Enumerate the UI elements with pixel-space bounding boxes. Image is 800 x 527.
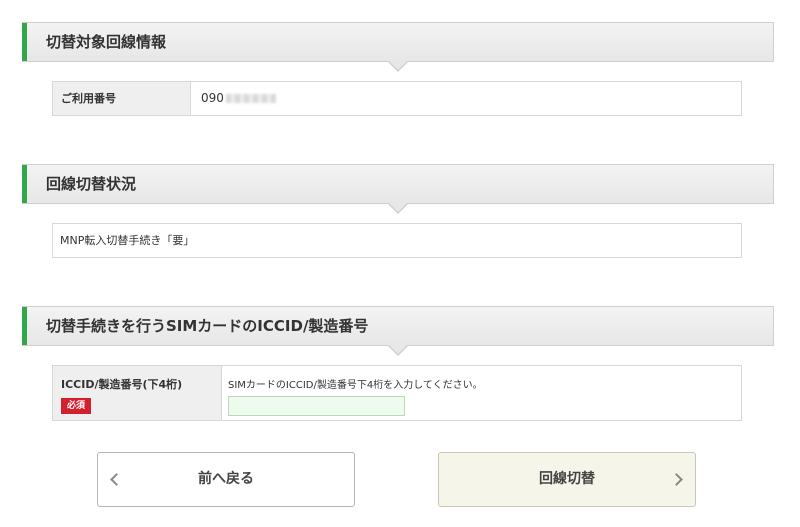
switch-line-button[interactable]: 回線切替 [438, 452, 696, 507]
iccid-input-cell: SIMカードのICCID/製造番号下4桁を入力してください。 [222, 366, 493, 420]
iccid-label-cell: ICCID/製造番号(下4桁) 必須 [53, 366, 222, 420]
phone-number-prefix: 090 [201, 91, 224, 105]
section-header-line-info: 切替対象回線情報 [22, 22, 774, 72]
iccid-instruction: SIMカードのICCID/製造番号下4桁を入力してください。 [228, 380, 483, 391]
masked-number [225, 94, 276, 103]
line-info-table: ご利用番号 090 [52, 81, 742, 116]
accent-bar [22, 23, 27, 61]
phone-number-label: ご利用番号 [53, 82, 191, 115]
iccid-input[interactable] [228, 396, 405, 416]
section-header-iccid: 切替手続きを行うSIMカードのICCID/製造番号 [22, 306, 774, 356]
section-header-switch-status: 回線切替状況 [22, 164, 774, 214]
switch-status-box: MNP転入切替手続き「要」 [52, 223, 742, 258]
phone-number-value: 090 [191, 82, 286, 115]
notch-arrow [386, 344, 409, 356]
iccid-label: ICCID/製造番号(下4桁) [61, 378, 183, 391]
back-button-label: 前へ戻る [198, 471, 254, 487]
iccid-table: ICCID/製造番号(下4桁) 必須 SIMカードのICCID/製造番号下4桁を… [52, 365, 742, 421]
accent-bar [22, 165, 27, 203]
switch-status-text: MNP転入切替手続き「要」 [60, 234, 195, 247]
required-badge: 必須 [61, 398, 92, 414]
notch-arrow [386, 202, 409, 214]
section-title-iccid: 切替手続きを行うSIMカードのICCID/製造番号 [46, 317, 369, 335]
section-title-switch-status: 回線切替状況 [46, 175, 137, 193]
section-title-line-info: 切替対象回線情報 [46, 33, 167, 51]
back-button[interactable]: 前へ戻る [97, 452, 355, 507]
accent-bar [22, 307, 27, 345]
switch-line-button-label: 回線切替 [539, 471, 595, 487]
notch-arrow [386, 60, 409, 72]
